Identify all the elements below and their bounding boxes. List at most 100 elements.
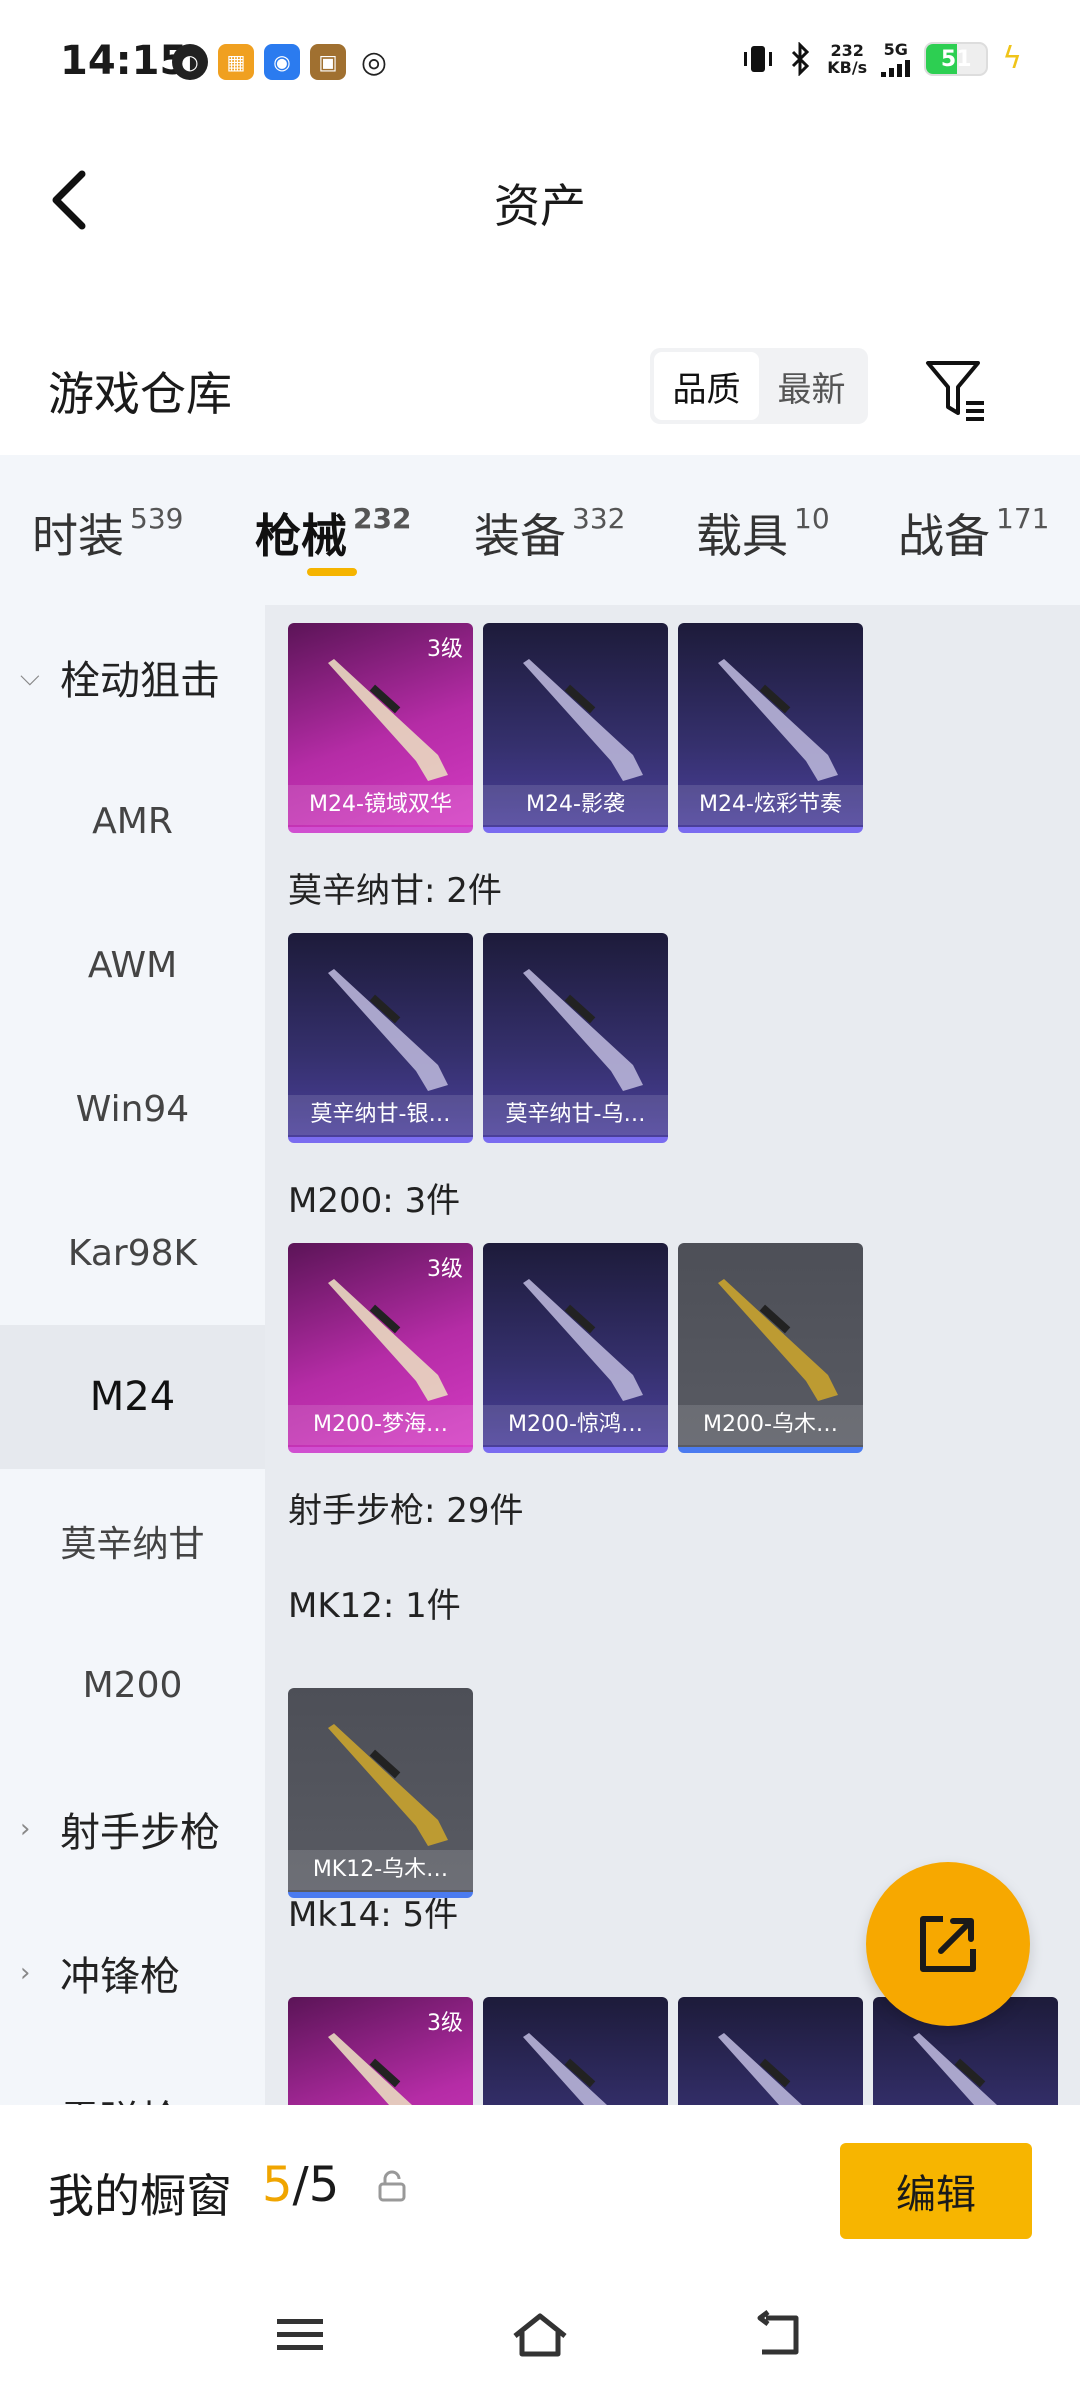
- category-tabs: 时装 539 枪械 232 装备 332 载具 10 战备 171: [0, 455, 1080, 605]
- weapon-skin-name: 莫辛纳甘-乌…: [483, 1095, 668, 1135]
- weapon-skin-name: M200-乌木…: [678, 1405, 863, 1445]
- rifle-icon: [523, 2033, 607, 2105]
- tab-fashion[interactable]: 时装 539: [32, 500, 183, 566]
- net-speed: 232 KB/s: [827, 40, 868, 77]
- weapon-skin-name: M200-惊鸿…: [483, 1405, 668, 1445]
- rifle-icon: [328, 1724, 448, 1846]
- sidebar-item-kar98k[interactable]: Kar98K: [0, 1181, 265, 1325]
- section-label-mosin: 莫辛纳甘: 2件: [288, 871, 502, 911]
- tab-vehicles[interactable]: 载具 10: [696, 500, 830, 566]
- status-bar: 14:15 ◐ ▦ ◉ ▣ ◎ 232 KB/s 5G 51 ϟ: [0, 0, 1080, 130]
- sidebar-group-bolt-sniper[interactable]: ⌵ 栓动狙击: [0, 605, 265, 749]
- netease-music-icon: ◎: [356, 44, 392, 80]
- weapon-skin-card[interactable]: M24-炫彩节奏: [678, 623, 863, 833]
- rifle-icon: [718, 1279, 838, 1401]
- weapon-category-sidebar: ⌵ 栓动狙击 AMR AWM Win94 Kar98K M24 莫辛纳甘 M200…: [0, 605, 265, 2105]
- tab-supplies[interactable]: 战备 171: [898, 500, 1049, 566]
- weapon-skin-name: MK12-乌木…: [288, 1850, 473, 1890]
- weapon-skin-card[interactable]: [483, 1997, 668, 2105]
- sort-newest-button[interactable]: 最新: [759, 352, 864, 420]
- game-app-icon: ▦: [218, 44, 254, 80]
- weapon-skin-card[interactable]: M200-乌木…: [678, 1243, 863, 1453]
- signal: 5G: [881, 40, 911, 77]
- rifle-icon: [523, 659, 643, 781]
- showcase-count: 5/5: [262, 2157, 340, 2213]
- sidebar-group-dmr[interactable]: › 射手步枪: [0, 1757, 265, 1901]
- weapon-skin-name: M200-梦海…: [288, 1405, 473, 1445]
- nav-home-button[interactable]: [505, 2305, 575, 2365]
- nav-back-button[interactable]: [745, 2305, 815, 2365]
- weapon-skin-card[interactable]: MK12-乌木…: [288, 1688, 473, 1898]
- signal-bars-icon: [881, 59, 911, 77]
- level-badge: 3级: [427, 2011, 463, 2036]
- app-header: 资产: [0, 130, 1080, 265]
- system-nav-bar: [0, 2275, 1080, 2400]
- rifle-icon: [913, 2033, 997, 2105]
- bluetooth-icon: [792, 41, 810, 76]
- broadcast-app-icon: ◉: [264, 44, 300, 80]
- page-title: 资产: [494, 179, 586, 233]
- pubg-app-icon: ▣: [310, 44, 346, 80]
- weapon-skin-card[interactable]: 莫辛纳甘-银…: [288, 933, 473, 1143]
- tab-weapons[interactable]: 枪械 232: [255, 500, 411, 566]
- vibrate-icon: [744, 45, 773, 72]
- section-label-m200: M200: 3件: [288, 1181, 461, 1221]
- active-tab-indicator: [307, 568, 357, 576]
- edit-button[interactable]: 编辑: [840, 2143, 1032, 2239]
- filter-button[interactable]: [920, 355, 990, 425]
- weapon-skin-card[interactable]: 3级 M24-镜域双华: [288, 623, 473, 833]
- sidebar-group-shotgun[interactable]: ›霰弹枪: [0, 2045, 265, 2105]
- weapon-skin-name: M24-炫彩节奏: [678, 785, 863, 825]
- warehouse-title: 游戏仓库: [48, 367, 232, 421]
- app-notification-icon: ◐: [172, 44, 208, 80]
- sort-quality-button[interactable]: 品质: [654, 352, 759, 420]
- level-badge: 3级: [427, 637, 463, 662]
- section-label-mk12: MK12: 1件: [288, 1586, 461, 1626]
- weapon-skin-card[interactable]: M24-影袭: [483, 623, 668, 833]
- rifle-icon: [328, 1279, 448, 1401]
- sort-toggle: 品质 最新: [650, 348, 868, 424]
- rifle-icon: [328, 969, 448, 1091]
- back-nav-icon: [757, 2310, 799, 2355]
- rifle-icon: [718, 2033, 802, 2105]
- home-icon: [513, 2313, 567, 2357]
- weapon-skin-name: 莫辛纳甘-银…: [288, 1095, 473, 1135]
- tab-equipment[interactable]: 装备 332: [474, 500, 625, 566]
- sidebar-item-mosin[interactable]: 莫辛纳甘: [0, 1469, 265, 1613]
- weapon-skin-card[interactable]: 莫辛纳甘-乌…: [483, 933, 668, 1143]
- sidebar-item-awm[interactable]: AWM: [0, 893, 265, 1037]
- status-notification-icons: ◐ ▦ ◉ ▣ ◎: [172, 44, 392, 80]
- share-icon: [920, 1916, 976, 1972]
- weapon-skin-card[interactable]: [678, 1997, 863, 2105]
- chevron-right-icon: ›: [20, 1958, 31, 1988]
- menu-icon: [277, 2319, 323, 2350]
- share-fab[interactable]: [866, 1862, 1030, 2026]
- rifle-icon: [523, 1279, 643, 1401]
- rifle-icon: [718, 659, 838, 781]
- nav-menu-button[interactable]: [265, 2305, 335, 2365]
- section-label-dmr: 射手步枪: 29件: [288, 1491, 524, 1531]
- chevron-right-icon: ›: [20, 1814, 31, 1844]
- level-badge: 3级: [427, 1257, 463, 1282]
- sidebar-group-smg[interactable]: › 冲锋枪: [0, 1901, 265, 2045]
- status-time: 14:15: [60, 38, 188, 84]
- weapon-skin-card[interactable]: M200-惊鸿…: [483, 1243, 668, 1453]
- weapon-skin-card[interactable]: 3级: [288, 1997, 473, 2105]
- weapon-skin-card[interactable]: 3级 M200-梦海…: [288, 1243, 473, 1453]
- sidebar-item-m24[interactable]: M24: [0, 1325, 265, 1469]
- rifle-icon: [328, 659, 448, 781]
- charging-icon: ϟ: [1002, 41, 1022, 76]
- chevron-down-icon: ⌵: [20, 661, 40, 692]
- showcase-bar: 我的橱窗 5/5 编辑: [0, 2105, 1080, 2275]
- battery-icon: 51: [924, 41, 989, 76]
- status-right: 232 KB/s 5G 51 ϟ: [741, 40, 1022, 77]
- sidebar-item-win94[interactable]: Win94: [0, 1037, 265, 1181]
- rifle-icon: [523, 969, 643, 1091]
- sidebar-item-amr[interactable]: AMR: [0, 749, 265, 893]
- filter-icon: [926, 361, 984, 421]
- weapon-skin-name: M24-镜域双华: [288, 785, 473, 825]
- warehouse-header: 游戏仓库 品质 最新: [0, 330, 1080, 450]
- lock-icon: [378, 2170, 406, 2202]
- sidebar-item-m200[interactable]: M200: [0, 1613, 265, 1757]
- showcase-label: 我的橱窗: [48, 2169, 232, 2223]
